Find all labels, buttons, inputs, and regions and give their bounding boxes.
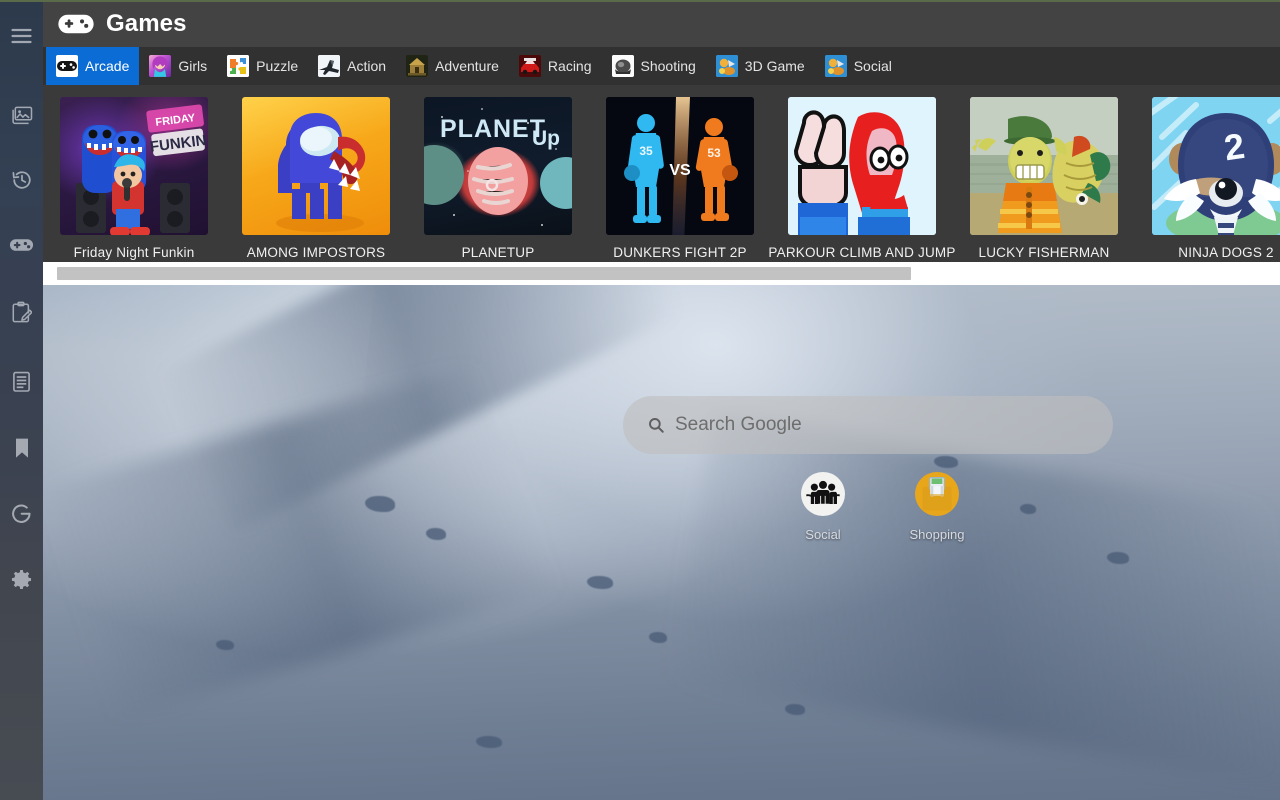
svg-text:VS: VS [669, 162, 691, 179]
svg-text:PLANET: PLANET [440, 115, 546, 143]
wallpaper-rock [587, 576, 614, 589]
menu-icon[interactable] [0, 14, 43, 57]
bookmark-icon[interactable] [0, 426, 43, 469]
wallpaper-rock [216, 640, 235, 650]
girls-avatar-icon [149, 55, 172, 77]
game-thumbnail: PLANET Up [424, 97, 572, 235]
top-accent-rule [0, 0, 1280, 2]
game-title: LUCKY FISHERMAN [978, 245, 1110, 260]
shortcut-label: Social [805, 527, 841, 542]
tab-action[interactable]: Action [308, 47, 396, 85]
wallpaper-rock [426, 528, 447, 540]
games-card-row: FRIDAY FUNKIN Friday Night Funkin AMONG … [43, 85, 1280, 260]
game-card[interactable]: FRIDAY FUNKIN Friday Night Funkin [43, 97, 225, 260]
shopping-bag-icon [915, 472, 959, 516]
social-game-icon [824, 55, 847, 77]
gear-icon[interactable] [0, 558, 43, 601]
tab-label: Girls [178, 58, 208, 74]
wallpaper-rock [475, 736, 502, 748]
tab-social[interactable]: Social [815, 47, 902, 85]
game-thumbnail [242, 97, 390, 235]
tab-label: Adventure [435, 58, 499, 74]
puzzle-pieces-icon [227, 55, 250, 77]
game-thumbnail: 35 53 VS [606, 97, 754, 235]
game-title: NINJA DOGS 2 [1178, 245, 1274, 260]
clipboard-pen-icon[interactable] [0, 291, 43, 334]
wallpaper-rock [649, 632, 668, 643]
tab-adventure[interactable]: Adventure [396, 47, 509, 85]
game-title: Friday Night Funkin [73, 245, 195, 260]
tab-3d-game[interactable]: 3D Game [706, 47, 815, 85]
tab-puzzle[interactable]: Puzzle [217, 47, 308, 85]
search-input[interactable] [675, 414, 1089, 436]
shooting-target-icon [611, 55, 634, 77]
scrollbar-track[interactable] [43, 267, 1280, 280]
action-jet-icon [318, 55, 341, 77]
game-card[interactable]: LUCKY FISHERMAN [953, 97, 1135, 260]
game-card[interactable]: PARKOUR CLIMB AND JUMP [768, 97, 956, 260]
shortcut-shopping[interactable]: Shopping [903, 472, 971, 558]
tab-label: Shooting [640, 58, 696, 74]
gamepad-icon [58, 14, 94, 33]
svg-text:53: 53 [707, 146, 721, 160]
images-icon[interactable] [0, 93, 43, 136]
scrollbar-thumb[interactable] [57, 267, 911, 280]
games-panel: Games Arcade Girls Puzzle Action Adventu… [43, 0, 1280, 285]
left-sidebar [0, 0, 43, 800]
wallpaper-rock [1106, 552, 1129, 564]
wallpaper-rock [785, 704, 806, 715]
game-thumbnail: FRIDAY FUNKIN [60, 97, 208, 235]
game-thumbnail: 2 [1152, 97, 1280, 235]
game-card[interactable]: PLANET Up PLANETUP [407, 97, 589, 260]
game-title: PARKOUR CLIMB AND JUMP [768, 245, 956, 260]
tab-shooting[interactable]: Shooting [602, 47, 706, 85]
games-horizontal-scrollbar[interactable] [43, 262, 1280, 285]
people-group-icon [801, 472, 845, 516]
search-bar[interactable] [623, 396, 1113, 454]
tab-label: 3D Game [744, 58, 805, 74]
game-title: PLANETUP [461, 245, 535, 260]
list-clipboard-icon[interactable] [0, 360, 43, 403]
desktop-shortcuts: Social Shopping [770, 472, 990, 558]
google-g-icon[interactable] [0, 492, 43, 535]
svg-text:Up: Up [532, 127, 560, 150]
history-clock-icon[interactable] [0, 158, 43, 201]
tab-label: Social [853, 58, 892, 74]
shortcut-social[interactable]: Social [789, 472, 857, 558]
tab-label: Arcade [85, 58, 130, 74]
tab-label: Action [347, 58, 387, 74]
tab-arcade[interactable]: Arcade [46, 47, 140, 85]
3d-game-icon [715, 55, 738, 77]
game-card[interactable]: AMONG IMPOSTORS [225, 97, 407, 260]
game-thumbnail [970, 97, 1118, 235]
games-panel-header: Games [43, 0, 1280, 47]
tab-label: Puzzle [256, 58, 299, 74]
adventure-temple-icon [406, 55, 429, 77]
game-thumbnail [788, 97, 936, 235]
tab-racing[interactable]: Racing [509, 47, 602, 85]
wallpaper-rock [1020, 504, 1037, 514]
racing-car-icon [518, 55, 541, 77]
game-title: AMONG IMPOSTORS [246, 245, 386, 260]
shortcut-label: Shopping [909, 527, 965, 542]
arcade-gamepad-icon [56, 55, 78, 77]
gamepad-icon[interactable] [0, 223, 43, 266]
category-tab-strip: Arcade Girls Puzzle Action Adventure Rac… [43, 47, 1280, 85]
svg-text:35: 35 [639, 144, 653, 158]
search-icon [649, 418, 664, 433]
game-card[interactable]: 35 53 VS DUNKERS FIGHT 2P [589, 97, 771, 260]
game-card[interactable]: 2 NINJA DOGS 2 [1135, 97, 1280, 260]
tab-label: Racing [547, 58, 592, 74]
search-pill[interactable] [623, 396, 1113, 454]
page-title: Games [106, 9, 187, 37]
tab-girls[interactable]: Girls [139, 47, 217, 85]
game-title: DUNKERS FIGHT 2P [613, 245, 747, 260]
